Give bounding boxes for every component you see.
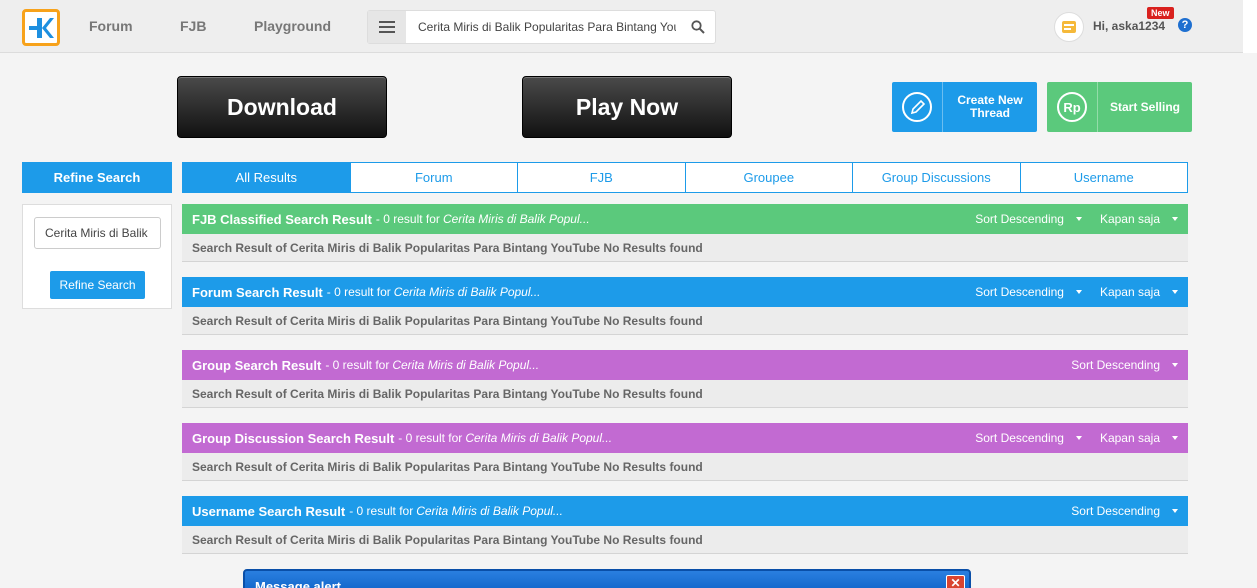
top-scroll-edge xyxy=(1243,0,1257,53)
nav-playground[interactable]: Playground xyxy=(254,18,331,34)
sort-dropdown[interactable]: Sort Descending xyxy=(975,285,1082,299)
section-body: Search Result of Cerita Miris di Balik P… xyxy=(182,453,1188,481)
tab-group-discussions[interactable]: Group Discussions xyxy=(853,162,1021,193)
section-title: Group Discussion Search Result xyxy=(192,430,395,446)
sort-label: Sort Descending xyxy=(1071,358,1160,372)
time-dropdown[interactable]: Kapan saja xyxy=(1100,431,1178,445)
time-label: Kapan saja xyxy=(1099,285,1160,299)
new-badge: New xyxy=(1147,7,1174,19)
section-query: Cerita Miris di Balik Popul... xyxy=(465,431,613,445)
section-title: Forum Search Result xyxy=(192,284,323,300)
section-header: Username Search Result - 0 result for Ce… xyxy=(182,496,1188,526)
avatar[interactable] xyxy=(1054,12,1084,42)
start-selling-button[interactable]: Rp Start Selling xyxy=(1047,82,1192,132)
time-label: Kapan saja xyxy=(1099,431,1160,445)
tab-groupee[interactable]: Groupee xyxy=(685,162,853,193)
caret-down-icon xyxy=(1075,290,1082,294)
section-query: Cerita Miris di Balik Popul... xyxy=(393,285,541,299)
group-discussion-result-section: Group Discussion Search Result - 0 resul… xyxy=(182,423,1188,481)
close-icon[interactable]: ✕ xyxy=(946,575,965,588)
time-dropdown[interactable]: Kapan saja xyxy=(1100,285,1178,299)
caret-down-icon xyxy=(1172,436,1178,440)
section-count: - 0 result for xyxy=(375,212,440,226)
forum-result-section: Forum Search Result - 0 result for Cerit… xyxy=(182,277,1188,335)
section-header: FJB Classified Search Result - 0 result … xyxy=(182,204,1188,234)
caret-down-icon xyxy=(1075,436,1082,440)
refine-search-panel: Refine Search xyxy=(22,204,172,309)
search-bar xyxy=(367,10,716,44)
logo-icon xyxy=(29,17,54,38)
nav-fjb[interactable]: FJB xyxy=(180,18,206,34)
sort-dropdown[interactable]: Sort Descending xyxy=(975,431,1082,445)
download-button[interactable]: Download xyxy=(177,76,387,138)
section-count: - 0 result for xyxy=(325,358,390,372)
rupiah-icon: Rp xyxy=(1047,82,1098,132)
section-count: - 0 result for xyxy=(326,285,391,299)
sort-label: Sort Descending xyxy=(1071,504,1160,518)
section-query: Cerita Miris di Balik Popul... xyxy=(442,212,590,226)
time-label: Kapan saja xyxy=(1099,212,1160,226)
section-query: Cerita Miris di Balik Popul... xyxy=(416,504,563,518)
result-tabs: All Results Forum FJB Groupee Group Disc… xyxy=(182,162,1188,193)
sort-dropdown[interactable]: Sort Descending xyxy=(1071,358,1178,372)
time-dropdown[interactable]: Kapan saja xyxy=(1100,212,1178,226)
caret-down-icon xyxy=(1172,509,1178,513)
refine-search-button[interactable]: Refine Search xyxy=(50,271,145,299)
alert-title: Message alert xyxy=(255,579,341,588)
avatar-icon xyxy=(1062,21,1076,33)
sort-label: Sort Descending xyxy=(975,285,1064,299)
top-navbar: Forum FJB Playground Hi, aska1234 New ? xyxy=(0,0,1257,53)
section-header: Group Search Result - 0 result for Cerit… xyxy=(182,350,1188,380)
create-thread-button[interactable]: Create New Thread xyxy=(892,82,1037,132)
sort-dropdown[interactable]: Sort Descending xyxy=(1071,504,1178,518)
fjb-result-section: FJB Classified Search Result - 0 result … xyxy=(182,204,1188,262)
section-header: Group Discussion Search Result - 0 resul… xyxy=(182,423,1188,453)
search-input[interactable] xyxy=(418,11,676,43)
section-body: Search Result of Cerita Miris di Balik P… xyxy=(182,234,1188,262)
tab-username[interactable]: Username xyxy=(1020,162,1188,193)
group-result-section: Group Search Result - 0 result for Cerit… xyxy=(182,350,1188,408)
pencil-icon xyxy=(892,82,943,132)
section-body: Search Result of Cerita Miris di Balik P… xyxy=(182,307,1188,335)
section-query: Cerita Miris di Balik Popul... xyxy=(392,358,540,372)
sort-dropdown[interactable]: Sort Descending xyxy=(975,212,1082,226)
sort-label: Sort Descending xyxy=(975,212,1064,226)
section-count: - 0 result for xyxy=(349,504,414,518)
sort-label: Sort Descending xyxy=(975,431,1064,445)
search-icon[interactable] xyxy=(691,20,705,39)
tab-fjb[interactable]: FJB xyxy=(518,162,686,193)
create-thread-label: Create New Thread xyxy=(957,93,1023,120)
section-title: Group Search Result xyxy=(192,357,322,373)
refine-search-title: Refine Search xyxy=(22,162,172,193)
svg-text:Rp: Rp xyxy=(1063,100,1080,115)
caret-down-icon xyxy=(1172,290,1178,294)
section-title: FJB Classified Search Result xyxy=(192,211,372,227)
hamburger-icon xyxy=(379,21,395,33)
help-icon[interactable]: ? xyxy=(1178,18,1192,32)
username-result-section: Username Search Result - 0 result for Ce… xyxy=(182,496,1188,554)
section-title: Username Search Result xyxy=(192,503,346,519)
play-now-button[interactable]: Play Now xyxy=(522,76,732,138)
section-header: Forum Search Result - 0 result for Cerit… xyxy=(182,277,1188,307)
start-selling-label: Start Selling xyxy=(1109,99,1180,114)
search-category-menu[interactable] xyxy=(368,11,406,43)
section-body: Search Result of Cerita Miris di Balik P… xyxy=(182,526,1188,554)
caret-down-icon xyxy=(1075,217,1082,221)
tab-forum[interactable]: Forum xyxy=(350,162,518,193)
caret-down-icon xyxy=(1172,363,1178,367)
nav-forum[interactable]: Forum xyxy=(89,18,133,34)
user-greeting[interactable]: Hi, aska1234 xyxy=(1093,19,1165,33)
tab-all-results[interactable]: All Results xyxy=(182,162,351,193)
section-count: - 0 result for xyxy=(398,431,463,445)
refine-search-input[interactable] xyxy=(34,217,161,249)
message-alert-dialog: Message alert ✕ xyxy=(243,569,971,588)
caret-down-icon xyxy=(1172,217,1178,221)
section-body: Search Result of Cerita Miris di Balik P… xyxy=(182,380,1188,408)
kaskus-logo[interactable] xyxy=(22,9,60,46)
